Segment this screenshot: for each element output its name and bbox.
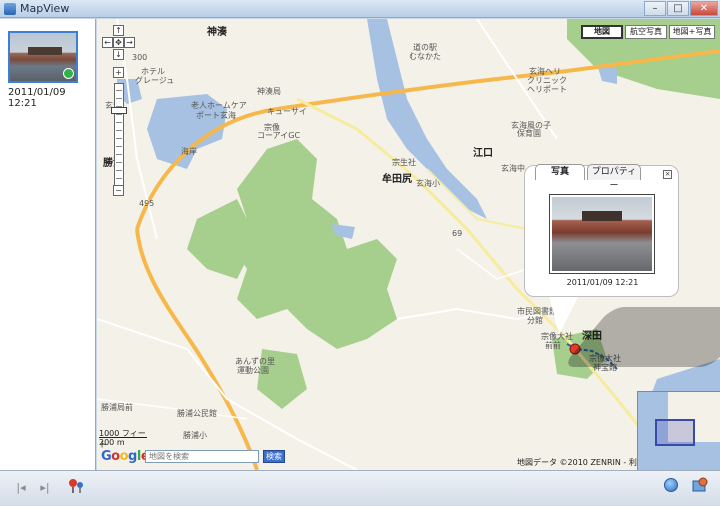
bottom-toolbar: |◂ ▸| (0, 470, 720, 506)
pan-left-icon[interactable]: ← (102, 37, 113, 48)
map-settings-icon[interactable] (692, 477, 708, 493)
previous-button[interactable]: |◂ (12, 479, 30, 497)
pan-down-icon[interactable]: ↓ (113, 49, 124, 60)
pan-center-icon[interactable]: ✥ (113, 37, 124, 48)
close-button[interactable]: ✕ (690, 1, 718, 16)
map-view[interactable]: 神湊 ホテル グレージュ 神湊局 老人ホームケア ポート玄海 キューサイ 宗像 … (97, 19, 720, 470)
label-genkai-child-2: 保育園 (517, 129, 541, 138)
zoom-in-icon[interactable]: + (113, 67, 124, 78)
label-shirasaki: 勝浦局前 (101, 403, 133, 412)
label-mutajiri: 牟田尻 (382, 174, 412, 185)
label-kounominato: 神湊 (207, 27, 227, 38)
photo-image (552, 197, 652, 271)
label-route-69: 69 (452, 229, 463, 238)
photo-info-window: 写真 プロパティー × 2011/01/09 12:21 (524, 164, 679, 297)
tab-photo[interactable]: 写真 (535, 164, 585, 180)
label-nursing-1: 老人ホームケア (191, 101, 247, 110)
label-munemori: 宗生社 (392, 158, 416, 167)
label-kounominato-sta: 神湊局 (257, 87, 281, 96)
app-icon (4, 3, 16, 15)
geotag-badge-icon (63, 68, 74, 79)
overview-map[interactable] (637, 391, 720, 470)
maximize-button[interactable]: □ (667, 1, 689, 16)
map-navigation-control: ↑ ← ✥ → ↓ + − (101, 23, 137, 198)
info-photo[interactable] (549, 194, 655, 274)
label-katsuura-park: 勝浦公民館 (177, 409, 217, 418)
shrine-gate-image (28, 47, 62, 55)
pan-up-icon[interactable]: ↑ (113, 25, 124, 36)
scale-bar: 1000 フィート 200 m (99, 428, 149, 449)
label-eguchi: 江口 (473, 148, 493, 159)
map-type-satellite-button[interactable]: 航空写真 (625, 25, 667, 39)
label-citizen-2: 分館 (527, 316, 543, 325)
label-shrine-front: 前前 (545, 341, 561, 350)
map-search-button[interactable]: 検索 (263, 450, 285, 463)
label-glacier: グレージュ (135, 76, 175, 85)
label-anoko-2: 運動公園 (237, 366, 269, 375)
thumbnail-timestamp: 2011/01/09 12:21 (8, 87, 66, 109)
photo-thumbnail[interactable] (8, 31, 78, 83)
info-window-tail (549, 295, 579, 335)
close-icon[interactable]: × (663, 170, 672, 179)
thumbnail-pane: 2011/01/09 12:21 (0, 19, 96, 470)
label-katsuura-sch: 勝浦小 (183, 431, 207, 440)
zoom-slider-track[interactable] (114, 83, 124, 193)
pan-right-icon[interactable]: → (124, 37, 135, 48)
google-logo[interactable]: Google (101, 449, 150, 464)
label-route-495: 495 (139, 199, 155, 208)
label-kaike: 海岸 (181, 147, 197, 156)
zoom-slider-handle[interactable] (111, 107, 127, 114)
map-search-input[interactable] (145, 450, 259, 463)
title-bar: MapView – □ ✕ (0, 0, 720, 18)
globe-icon[interactable] (664, 478, 678, 492)
info-caption: 2011/01/09 12:21 (566, 278, 639, 287)
minimize-button[interactable]: – (644, 1, 666, 16)
label-genkai-jh: 玄海中 (501, 164, 525, 173)
label-michinoeki-2: むなかた (409, 52, 441, 61)
label-heliport-3: ヘリポート (527, 85, 567, 94)
pin-tool-icon[interactable] (66, 477, 86, 495)
next-button[interactable]: ▸| (36, 479, 54, 497)
overview-viewport[interactable] (655, 419, 695, 446)
label-genkai-sho: 玄海小 (416, 179, 440, 188)
tab-properties[interactable]: プロパティー (587, 164, 641, 191)
map-type-hybrid-button[interactable]: 地図+写真 (669, 25, 715, 39)
window-title: MapView (20, 2, 70, 15)
label-cue: キューサイ (267, 107, 307, 116)
label-nursing-2: ポート玄海 (196, 111, 236, 120)
map-type-map-button[interactable]: 地図 (581, 25, 623, 39)
zoom-out-icon[interactable]: − (113, 185, 124, 196)
label-kodai-cc: コーアイGC (257, 131, 301, 140)
scale-meters: 200 m (99, 438, 125, 447)
